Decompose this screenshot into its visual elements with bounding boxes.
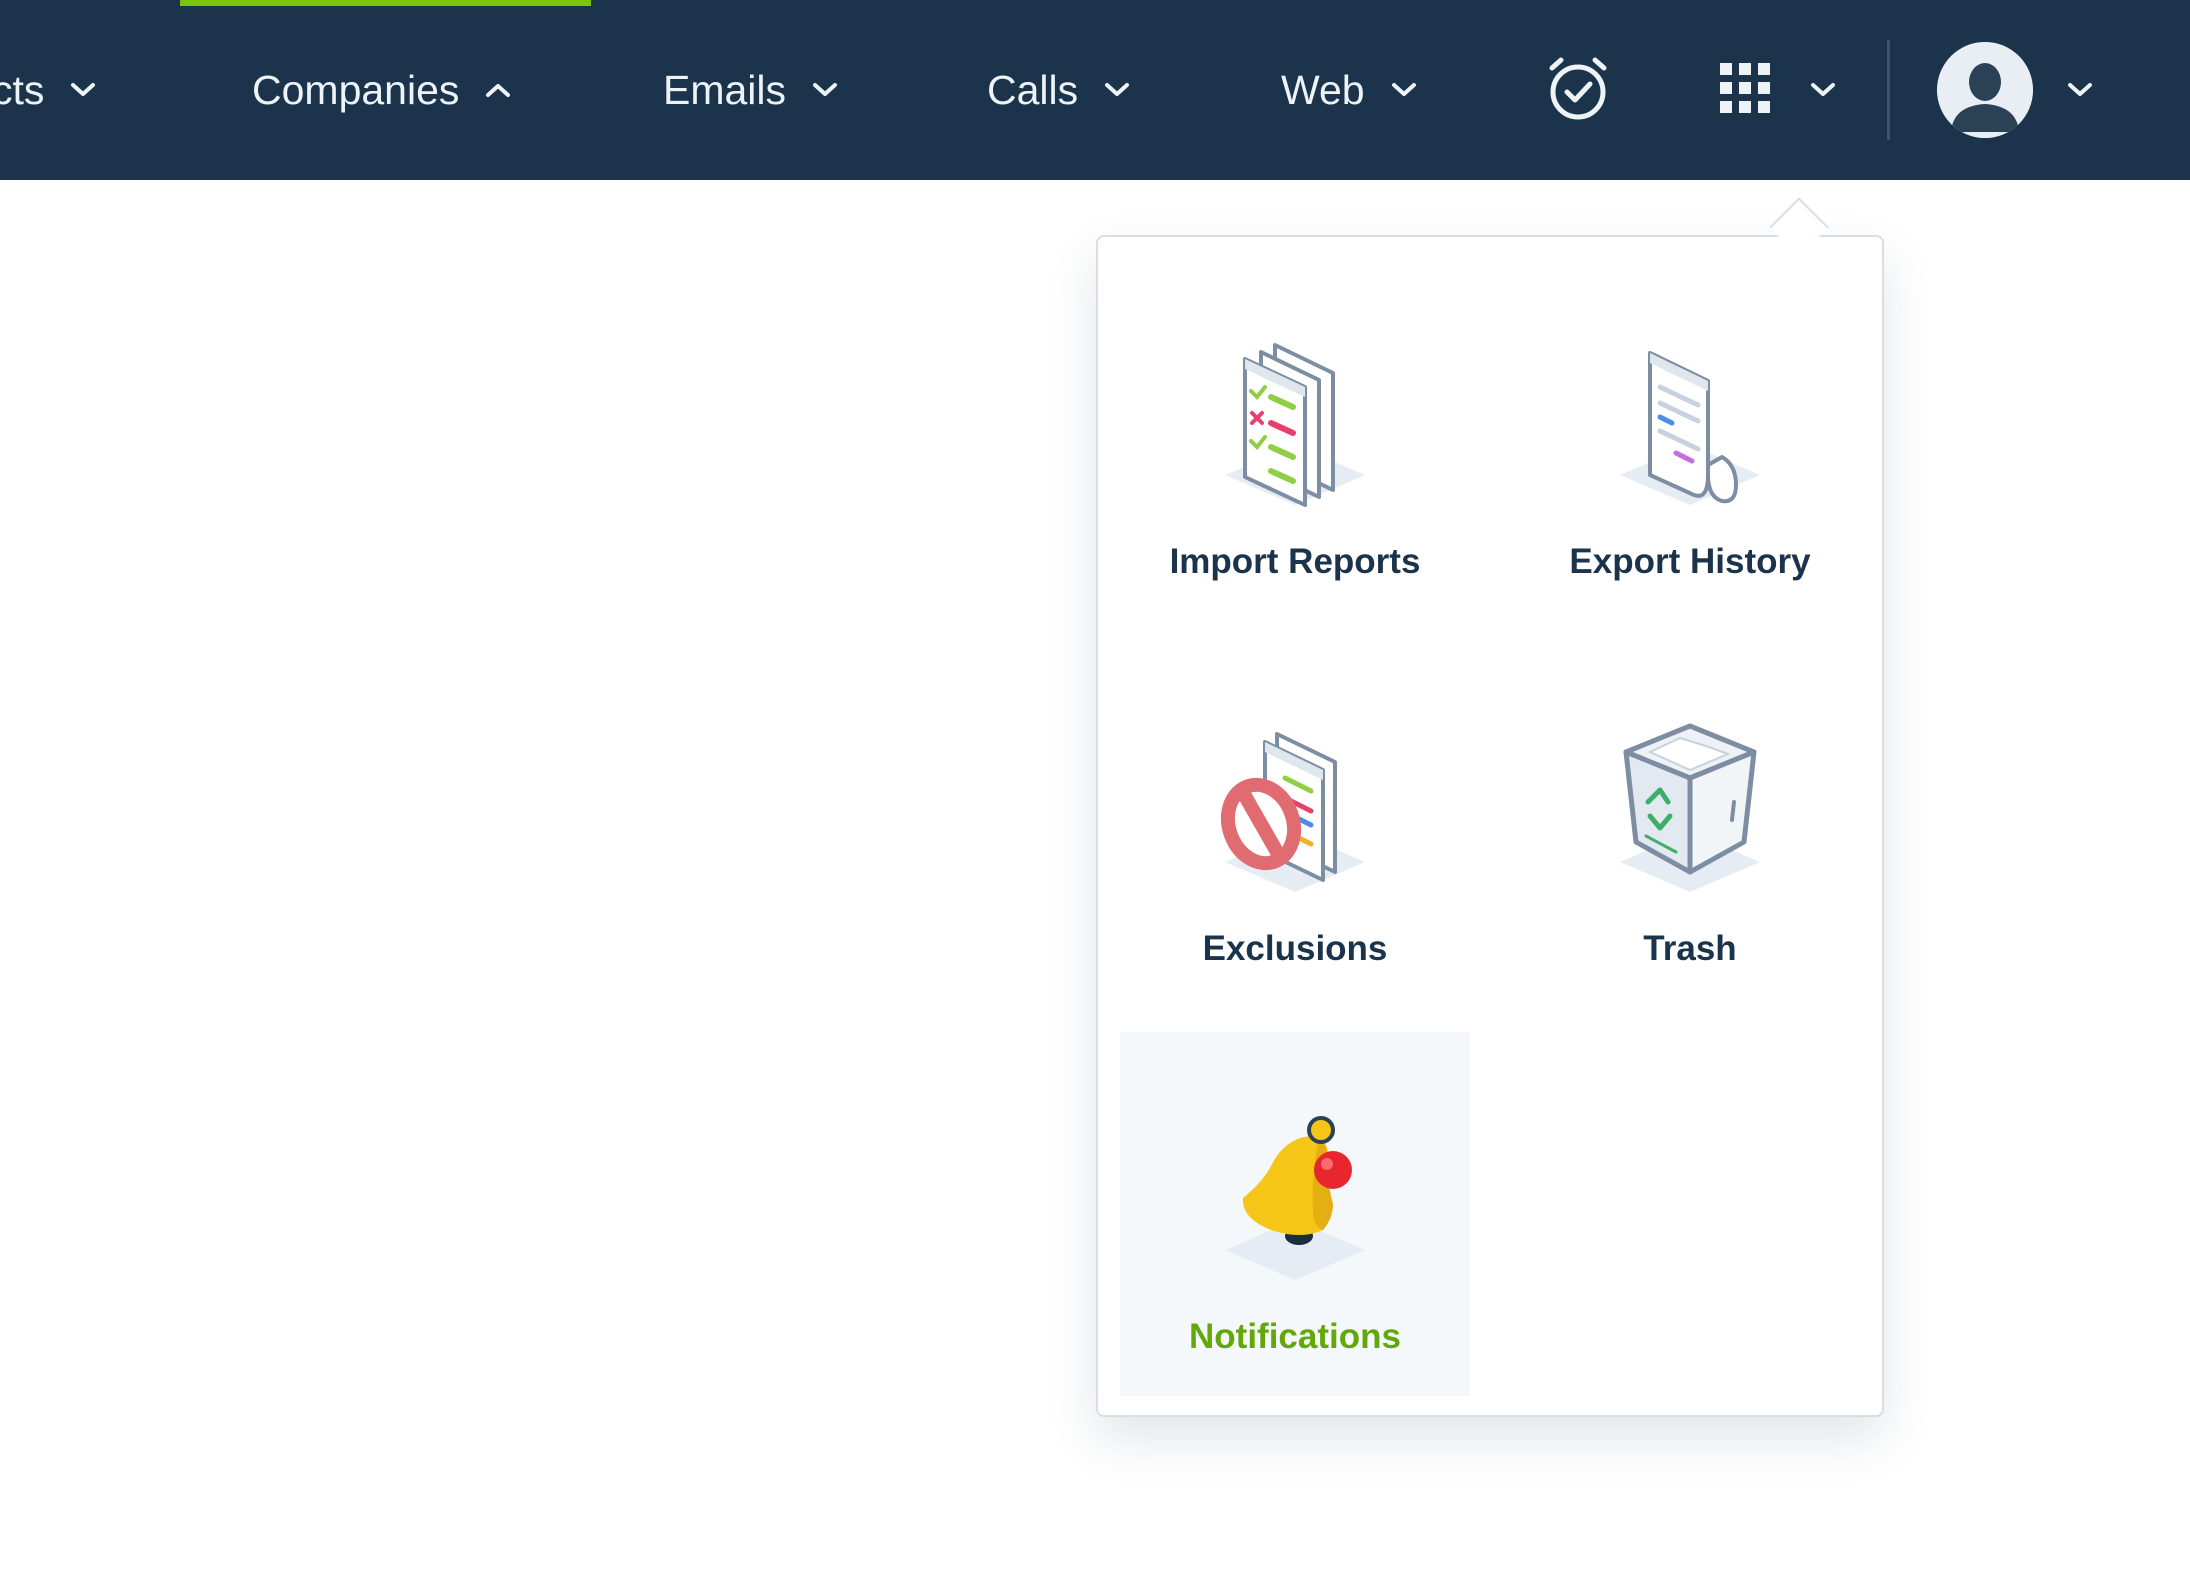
avatar: [1937, 42, 2033, 138]
top-navigation-bar: cts Companies Emails Calls Web: [0, 0, 2190, 180]
menu-item-exclusions[interactable]: Exclusions: [1120, 644, 1470, 1008]
menu-item-label: Trash: [1643, 929, 1737, 968]
nav-item-web[interactable]: Web: [1281, 0, 1417, 180]
chevron-down-icon: [1391, 82, 1417, 98]
chevron-down-icon: [1810, 82, 1836, 98]
apps-menu-button[interactable]: [1720, 0, 1836, 180]
menu-item-import-reports[interactable]: Import Reports: [1120, 257, 1470, 621]
alarm-clock-icon: [1544, 54, 1612, 127]
menu-item-trash[interactable]: Trash: [1515, 644, 1865, 1008]
menu-item-export-history[interactable]: Export History: [1515, 257, 1865, 621]
menu-item-label: Import Reports: [1169, 542, 1421, 581]
nav-divider: [1887, 40, 1890, 140]
exclusions-icon: [1215, 712, 1375, 912]
import-reports-icon: [1215, 325, 1375, 525]
chevron-down-icon: [2067, 82, 2093, 98]
nav-item-contacts[interactable]: cts: [0, 0, 96, 180]
export-history-icon: [1610, 325, 1770, 525]
nav-item-companies[interactable]: Companies: [252, 0, 511, 180]
menu-item-label: Notifications: [1189, 1317, 1401, 1356]
nav-item-label: Companies: [252, 66, 460, 113]
notification-bell-icon: [1215, 1100, 1375, 1300]
menu-item-label: Exclusions: [1202, 929, 1388, 968]
chevron-down-icon: [812, 82, 838, 98]
trash-icon: [1610, 712, 1770, 912]
menu-item-notifications[interactable]: Notifications: [1120, 1032, 1470, 1396]
chevron-down-icon: [1104, 82, 1130, 98]
user-menu-button[interactable]: [1937, 0, 2093, 180]
apps-grid-icon: [1720, 62, 1770, 118]
chevron-down-icon: [70, 82, 96, 98]
nav-item-label: cts: [0, 66, 45, 113]
nav-item-label: Emails: [663, 66, 787, 113]
nav-item-label: Calls: [987, 66, 1079, 113]
menu-item-label: Export History: [1569, 542, 1811, 581]
apps-dropdown-menu: Import Reports Export History Exclusions…: [1096, 235, 1884, 1417]
nav-item-emails[interactable]: Emails: [663, 0, 838, 180]
nav-item-label: Web: [1281, 66, 1365, 113]
chevron-up-icon: [485, 82, 511, 98]
tasks-button[interactable]: [1544, 0, 1612, 180]
nav-item-calls[interactable]: Calls: [987, 0, 1130, 180]
